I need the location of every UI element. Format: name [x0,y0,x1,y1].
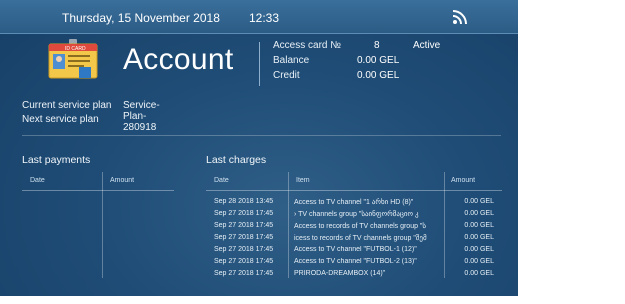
status-date: Thursday, 15 November 2018 [62,11,220,25]
row-date: Sep 27 2018 17:45 [214,258,274,265]
page-title: Account [123,43,234,76]
row-item: Access to records of TV channels group "… [294,223,427,230]
last-payments-title: Last payments [22,154,91,166]
status-time: 12:33 [249,11,280,25]
charges-header-line [206,190,502,191]
service-plan-section: Current service plan Service-Plan-280918… [22,100,160,133]
access-card-number: 8 [374,40,380,51]
status-bar: Thursday, 15 November 2018 12:33 [0,0,518,34]
row-amount: 0.00 GEL [464,270,494,277]
credit-label: Credit [273,70,300,81]
row-date: Sep 27 2018 17:45 [214,246,274,253]
next-plan-label: Next service plan [22,114,99,125]
row-amount: 0.00 GEL [464,234,494,241]
row-date: Sep 28 2018 13:45 [214,198,274,205]
header-divider [259,42,260,86]
row-item: PRIRODA-DREAMBOX (14)" [294,270,386,277]
credit-value: 0.00 GEL [357,70,400,81]
current-plan-label: Current service plan [22,100,112,111]
payments-column-divider [102,172,103,278]
charges-col-item: Item [296,177,310,184]
row-amount: 0.00 GEL [464,222,494,229]
charges-col-amount: Amount [451,177,476,184]
row-date: Sep 27 2018 17:45 [214,270,274,277]
access-status: Active [413,40,441,51]
row-item: › TV channels group "საინფორმაციო კ [294,211,419,218]
card-text: ID CARD [65,46,86,52]
row-amount: 0.00 GEL [464,210,494,217]
charges-col-date: Date [214,177,229,184]
row-item: icess to records of TV channels group "შ… [294,235,427,242]
row-amount: 0.00 GEL [464,258,494,265]
access-card-label: Access card № [273,40,341,51]
row-item: Access to TV channel "1 არხი HD (8)" [294,199,414,206]
row-date: Sep 27 2018 17:45 [214,210,274,217]
charges-date-divider [288,172,289,278]
row-date: Sep 27 2018 17:45 [214,234,274,241]
balance-label: Balance [273,55,310,66]
section-divider [22,135,501,136]
current-plan-value: Service-Plan-280918 [123,100,160,133]
row-amount: 0.00 GEL [464,198,494,205]
row-item: Access to TV channel "FUTBOL-2 (13)" [294,258,417,265]
row-amount: 0.00 GEL [464,246,494,253]
payments-col-date: Date [30,177,45,184]
payments-col-amount: Amount [110,177,135,184]
payments-header-line [22,190,174,191]
id-card-icon: ID CARD [48,39,98,79]
rss-icon [452,10,467,25]
row-item: Access to TV channel "FUTBOL-1 (12)" [294,246,417,253]
balance-value: 0.00 GEL [357,55,400,66]
account-header: ID CARD Account Access card № 8 Active B… [0,34,518,94]
account-screen: Thursday, 15 November 2018 12:33 ID CARD… [0,0,518,296]
row-date: Sep 27 2018 17:45 [214,222,274,229]
last-charges-title: Last charges [206,154,267,166]
